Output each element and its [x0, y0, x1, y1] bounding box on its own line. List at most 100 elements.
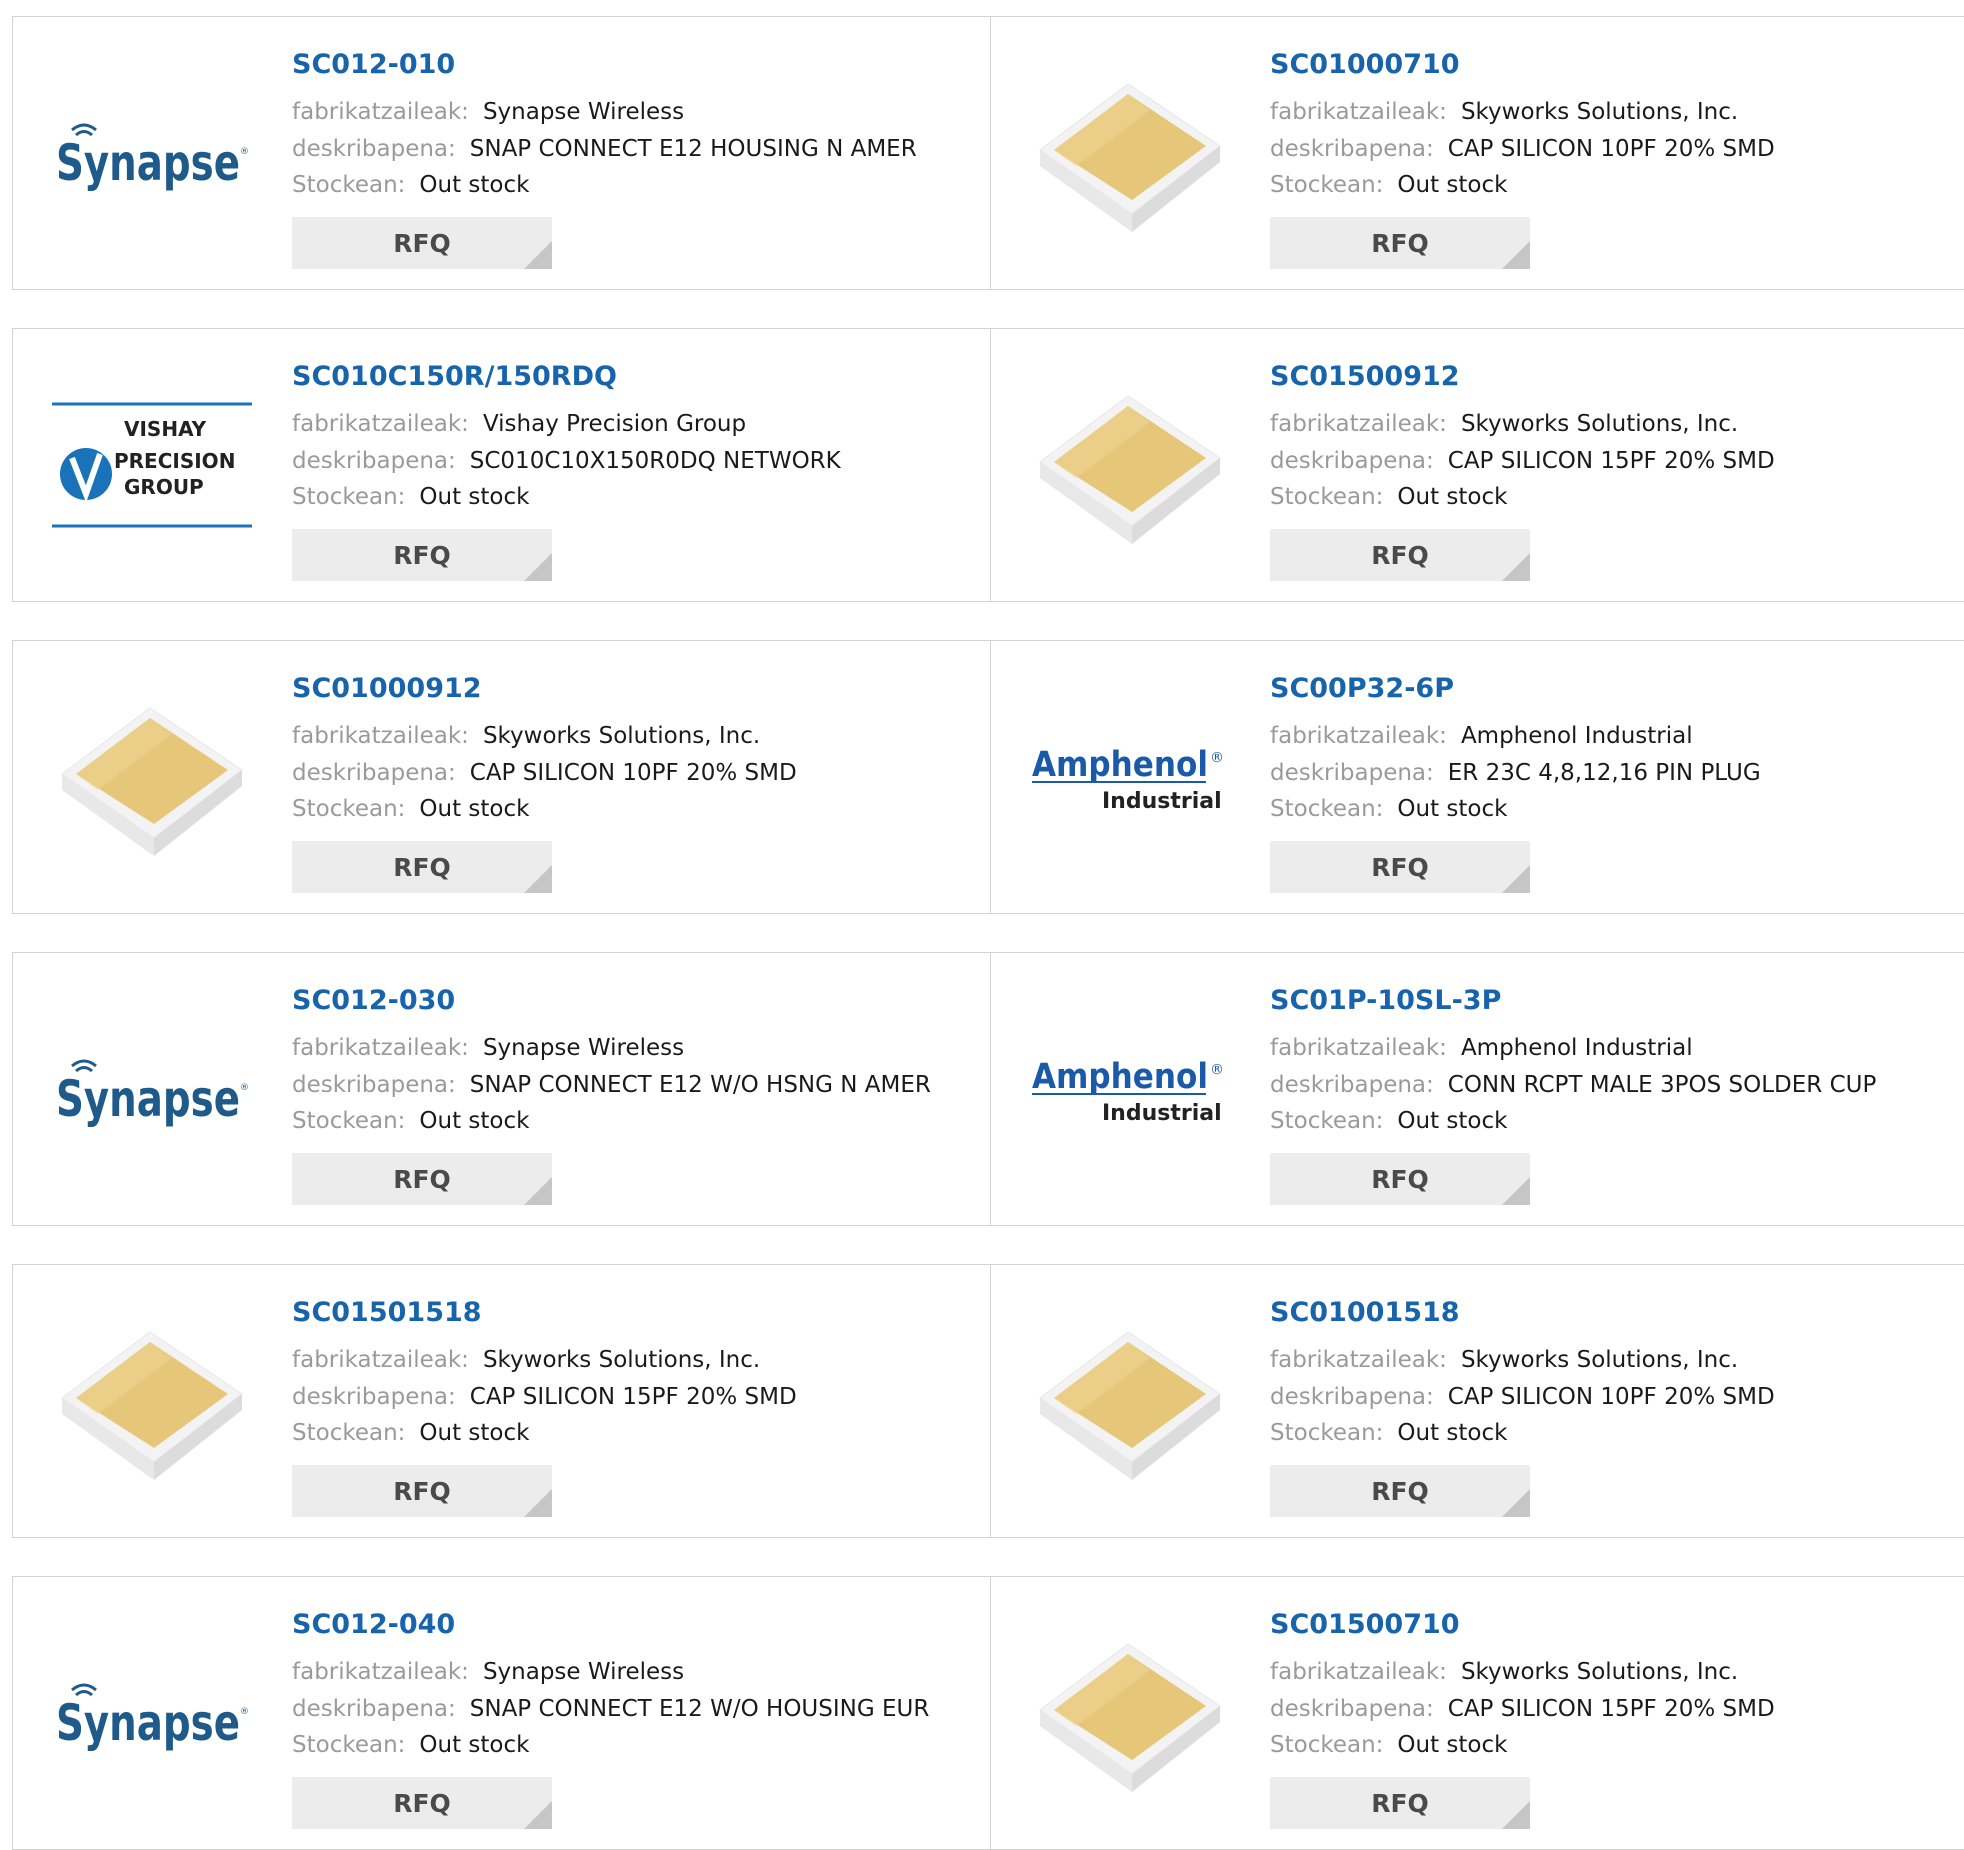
- manufacturer-value: Vishay Precision Group: [482, 411, 747, 437]
- rfq-button-label: RFQ: [1371, 852, 1429, 882]
- description-label: deskribapena:: [1270, 760, 1434, 786]
- rfq-corner-decoration: [1502, 865, 1530, 893]
- rfq-button-label: RFQ: [393, 1164, 451, 1194]
- stock-value: Out stock: [419, 484, 530, 510]
- product-thumbnail[interactable]: [1029, 1613, 1231, 1815]
- rfq-button[interactable]: RFQ: [1270, 1153, 1530, 1205]
- stock-value: Out stock: [419, 1108, 530, 1134]
- description-label: deskribapena:: [292, 760, 456, 786]
- rfq-button-label: RFQ: [393, 852, 451, 882]
- product-card: SC01000912 fabrikatzaileak: Skyworks Solut…: [13, 641, 991, 913]
- description-label: deskribapena:: [1270, 1696, 1434, 1722]
- rfq-button[interactable]: RFQ: [292, 529, 552, 581]
- product-thumbnail[interactable]: [1029, 53, 1231, 255]
- product-part-link[interactable]: SC01500912: [1270, 361, 1460, 392]
- manufacturer-line: fabrikatzaileak: Synapse Wireless: [292, 1659, 684, 1685]
- product-thumbnail[interactable]: [1029, 365, 1231, 567]
- product-thumbnail[interactable]: [51, 677, 253, 879]
- manufacturer-label: fabrikatzaileak:: [292, 1659, 469, 1685]
- product-part-link[interactable]: SC01P-10SL-3P: [1270, 985, 1501, 1016]
- rfq-corner-decoration: [1502, 1801, 1530, 1829]
- product-part-link[interactable]: SC012-030: [292, 985, 455, 1016]
- product-row: VISHAY PRECISION GROUP SC010C150R/150RDQ…: [12, 328, 1964, 602]
- product-part-link[interactable]: SC012-040: [292, 1609, 455, 1640]
- product-thumbnail[interactable]: [51, 1301, 253, 1503]
- product-thumbnail[interactable]: Synapse ®: [51, 989, 253, 1191]
- synapse-logo-text: Synapse: [56, 134, 240, 192]
- product-card: SC01501518 fabrikatzaileak: Skyworks Solut…: [13, 1265, 991, 1537]
- stock-label: Stockean:: [292, 1420, 406, 1446]
- product-part-link[interactable]: SC01500710: [1270, 1609, 1460, 1640]
- vishay-logo: VISHAY PRECISION GROUP: [52, 402, 252, 528]
- manufacturer-value: Skyworks Solutions, Inc.: [482, 1347, 761, 1373]
- stock-value: Out stock: [1397, 1732, 1508, 1758]
- stock-label: Stockean:: [1270, 1420, 1384, 1446]
- rfq-button[interactable]: RFQ: [292, 1777, 552, 1829]
- description-value: CAP SILICON 15PF 20% SMD: [469, 1384, 797, 1410]
- product-card: SC01001518 fabrikatzaileak: Skyworks Solut…: [991, 1265, 1964, 1537]
- rfq-corner-decoration: [1502, 1177, 1530, 1205]
- rfq-corner-decoration: [1502, 553, 1530, 581]
- manufacturer-label: fabrikatzaileak:: [1270, 1347, 1447, 1373]
- stock-line: Stockean: Out stock: [292, 1420, 529, 1446]
- manufacturer-value: Amphenol Industrial: [1460, 723, 1693, 749]
- stock-line: Stockean: Out stock: [1270, 484, 1507, 510]
- description-line: deskribapena: SNAP CONNECT E12 W/O HOUSIN…: [292, 1696, 929, 1722]
- manufacturer-value: Amphenol Industrial: [1460, 1035, 1693, 1061]
- chip-image: [61, 707, 243, 856]
- product-part-link[interactable]: SC01001518: [1270, 1297, 1460, 1328]
- rfq-button[interactable]: RFQ: [1270, 841, 1530, 893]
- synapse-logo: Synapse ®: [56, 1683, 249, 1752]
- rfq-corner-decoration: [1502, 241, 1530, 269]
- manufacturer-line: fabrikatzaileak: Skyworks Solutions, Inc.: [292, 1347, 760, 1373]
- product-row: SC01000912 fabrikatzaileak: Skyworks Solut…: [12, 640, 1964, 914]
- stock-line: Stockean: Out stock: [1270, 172, 1507, 198]
- product-thumbnail[interactable]: Synapse ®: [51, 53, 253, 255]
- rfq-button[interactable]: RFQ: [1270, 217, 1530, 269]
- product-thumbnail[interactable]: VISHAY PRECISION GROUP: [51, 365, 253, 567]
- product-row: Synapse ® SC012-040 fabrikatzaileak: Synap…: [12, 1576, 1964, 1850]
- description-label: deskribapena:: [1270, 1384, 1434, 1410]
- product-part-link[interactable]: SC01000912: [292, 673, 482, 704]
- rfq-button[interactable]: RFQ: [292, 217, 552, 269]
- product-row: SC01501518 fabrikatzaileak: Skyworks Solut…: [12, 1264, 1964, 1538]
- product-row: Synapse ® SC012-030 fabrikatzaileak: Synap…: [12, 952, 1964, 1226]
- manufacturer-label: fabrikatzaileak:: [292, 1347, 469, 1373]
- rfq-button-label: RFQ: [1371, 228, 1429, 258]
- rfq-button-label: RFQ: [1371, 1164, 1429, 1194]
- rfq-button[interactable]: RFQ: [1270, 529, 1530, 581]
- chip-image: [1039, 1643, 1221, 1792]
- rfq-button[interactable]: RFQ: [292, 841, 552, 893]
- product-thumbnail[interactable]: Synapse ®: [51, 1613, 253, 1815]
- description-label: deskribapena:: [292, 1384, 456, 1410]
- amphenol-logo: Amphenol ® Industrial: [1032, 745, 1224, 814]
- stock-line: Stockean: Out stock: [292, 484, 529, 510]
- stock-value: Out stock: [419, 796, 530, 822]
- manufacturer-value: Skyworks Solutions, Inc.: [1460, 1659, 1739, 1685]
- product-thumbnail[interactable]: Amphenol ® Industrial: [1029, 989, 1231, 1191]
- product-thumbnail[interactable]: Amphenol ® Industrial: [1029, 677, 1231, 879]
- stock-value: Out stock: [1397, 484, 1508, 510]
- rfq-button[interactable]: RFQ: [292, 1465, 552, 1517]
- description-value: CAP SILICON 15PF 20% SMD: [1447, 448, 1775, 474]
- description-label: deskribapena:: [1270, 136, 1434, 162]
- product-card: Amphenol ® Industrial SC00P32-6P fabrikat…: [991, 641, 1964, 913]
- product-part-link[interactable]: SC00P32-6P: [1270, 673, 1454, 704]
- rfq-corner-decoration: [1502, 1489, 1530, 1517]
- product-thumbnail[interactable]: [1029, 1301, 1231, 1503]
- chip-image: [1039, 1331, 1221, 1480]
- product-part-link[interactable]: SC01501518: [292, 1297, 482, 1328]
- product-part-link[interactable]: SC01000710: [1270, 49, 1460, 80]
- product-card: Synapse ® SC012-040 fabrikatzaileak: Synap…: [13, 1577, 991, 1849]
- rfq-button[interactable]: RFQ: [1270, 1777, 1530, 1829]
- stock-line: Stockean: Out stock: [1270, 1108, 1507, 1134]
- product-part-link[interactable]: SC012-010: [292, 49, 455, 80]
- product-row: Synapse ® SC012-010 fabrikatzaileak: Synap…: [12, 16, 1964, 290]
- stock-label: Stockean:: [292, 796, 406, 822]
- vishay-logo-line3: GROUP: [124, 475, 204, 499]
- manufacturer-line: fabrikatzaileak: Skyworks Solutions, Inc.: [1270, 1659, 1738, 1685]
- rfq-button[interactable]: RFQ: [1270, 1465, 1530, 1517]
- product-part-link[interactable]: SC010C150R/150RDQ: [292, 361, 617, 392]
- stock-value: Out stock: [1397, 172, 1508, 198]
- rfq-button[interactable]: RFQ: [292, 1153, 552, 1205]
